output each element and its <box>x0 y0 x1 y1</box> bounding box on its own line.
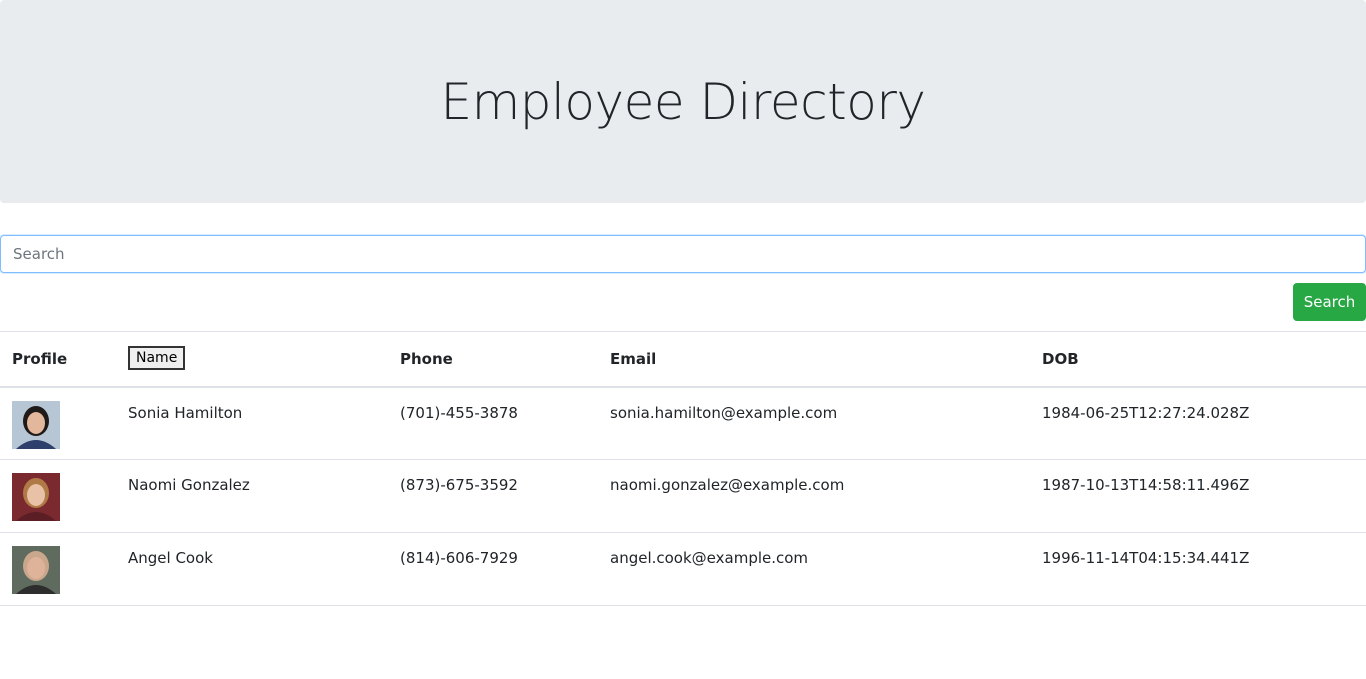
employee-phone: (701)-455-3878 <box>400 403 518 422</box>
table-row: Naomi Gonzalez (873)-675-3592 naomi.gonz… <box>0 459 1366 533</box>
email-cell: naomi.gonzalez@example.com <box>598 459 1030 533</box>
employee-email: sonia.hamilton@example.com <box>610 403 838 422</box>
employee-name: Angel Cook <box>128 549 213 567</box>
profile-cell <box>0 459 116 533</box>
page-title: Employee Directory <box>440 72 926 131</box>
employee-name: Sonia Hamilton <box>128 403 243 422</box>
table-row: Sonia Hamilton (701)-455-3878 sonia.hami… <box>0 386 1366 460</box>
table-row: Angel Cook (814)-606-7929 angel.cook@exa… <box>0 532 1366 606</box>
avatar <box>12 473 60 521</box>
search-input[interactable] <box>0 235 1366 273</box>
employee-dob: 1984-06-25T12:27:24.028Z <box>1042 403 1250 422</box>
employee-email: angel.cook@example.com <box>610 549 809 567</box>
name-cell: Sonia Hamilton <box>116 386 388 460</box>
sort-by-name-button[interactable]: Name <box>128 345 186 370</box>
dob-cell <box>1030 605 1366 679</box>
employee-dob: 1996-11-14T04:15:34.441Z <box>1042 549 1250 567</box>
dob-cell: 1987-10-13T14:58:11.496Z <box>1030 459 1366 533</box>
name-cell: Naomi Gonzalez <box>116 459 388 533</box>
phone-cell: (814)-606-7929 <box>388 532 598 606</box>
employee-phone: (814)-606-7929 <box>400 549 518 567</box>
dob-cell: 1996-11-14T04:15:34.441Z <box>1030 532 1366 606</box>
phone-cell: (701)-455-3878 <box>388 386 598 460</box>
phone-cell <box>388 605 598 679</box>
name-cell: Angel Cook <box>116 532 388 606</box>
employee-table: Profile Name Phone Email DOB Sonia Hamil… <box>0 331 1366 679</box>
search-button[interactable]: Search <box>1293 283 1366 321</box>
column-header-profile: Profile <box>0 331 116 388</box>
table-row <box>0 605 1366 679</box>
column-header-dob: DOB <box>1030 331 1366 388</box>
employee-dob: 1987-10-13T14:58:11.496Z <box>1042 476 1250 494</box>
column-header-name: Name <box>116 331 388 388</box>
dob-cell: 1984-06-25T12:27:24.028Z <box>1030 386 1366 460</box>
phone-cell: (873)-675-3592 <box>388 459 598 533</box>
email-cell: angel.cook@example.com <box>598 532 1030 606</box>
column-header-email: Email <box>598 331 1030 388</box>
header-jumbotron: Employee Directory <box>0 0 1366 203</box>
avatar <box>12 400 60 449</box>
profile-cell <box>0 605 116 679</box>
employee-name: Naomi Gonzalez <box>128 476 250 494</box>
name-cell <box>116 605 388 679</box>
avatar <box>12 546 60 594</box>
column-header-phone: Phone <box>388 331 598 388</box>
profile-cell <box>0 386 116 460</box>
employee-phone: (873)-675-3592 <box>400 476 518 494</box>
profile-cell <box>0 532 116 606</box>
email-cell <box>598 605 1030 679</box>
employee-email: naomi.gonzalez@example.com <box>610 476 845 494</box>
email-cell: sonia.hamilton@example.com <box>598 386 1030 460</box>
table-header-row: Profile Name Phone Email DOB <box>0 331 1366 388</box>
